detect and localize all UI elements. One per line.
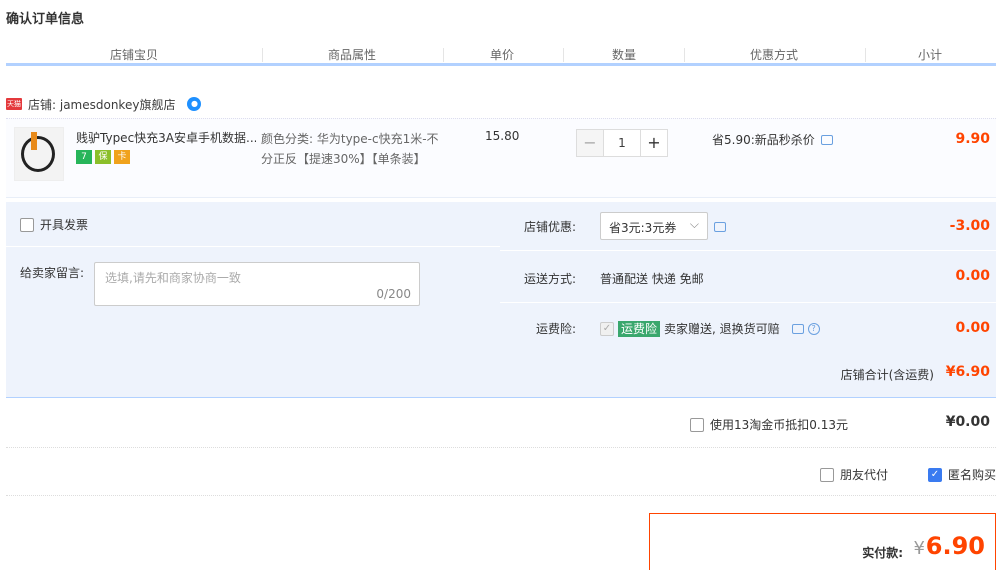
insurance-value: 0.00 (955, 320, 990, 336)
friend-pay-option[interactable]: 朋友代付 (820, 466, 888, 483)
shop-discount-value: -3.00 (949, 218, 990, 234)
chevron-down-icon: ⌵ (689, 217, 699, 231)
shop-discount-label: 店铺优惠: (523, 220, 576, 234)
message-char-count: 0/200 (376, 287, 411, 301)
coins-option[interactable]: 使用13淘金币抵扣0.13元 (690, 416, 848, 433)
shop-total-value: ¥6.90 (945, 364, 990, 380)
pay-currency: ¥ (913, 538, 925, 559)
payment-summary: 实付款: ¥ 6.90 (649, 513, 996, 570)
coins-label: 使用13淘金币抵扣0.13元 (710, 418, 848, 432)
insurance-badge: 运费险 (618, 320, 661, 337)
payment-options-row: 朋友代付 ✓ 匿名购买 (6, 450, 996, 496)
pay-label: 实付款: (862, 546, 903, 560)
col-divider (262, 48, 263, 62)
col-divider (865, 48, 866, 62)
insurance-option: ✓ 运费险 卖家赠送, 退换货可赔 ? (600, 320, 820, 337)
coins-checkbox[interactable] (690, 417, 704, 432)
friend-pay-checkbox[interactable] (820, 467, 834, 482)
product-badges: 7 保 卡 (76, 150, 130, 164)
col-header-promo: 优惠方式 (750, 48, 799, 62)
insurance-checkbox: ✓ (600, 321, 614, 336)
coupon-selected: 省3元:3元券 (609, 221, 677, 235)
insurance-text: 卖家赠送, 退换货可赔 (664, 322, 780, 336)
col-header-qty: 数量 (612, 48, 637, 62)
tmall-icon: 天猫 (6, 98, 22, 110)
col-divider (443, 48, 444, 62)
quantity-stepper: − 1 + (576, 129, 668, 157)
friend-pay-label: 朋友代付 (840, 468, 889, 482)
item-subtotal: 9.90 (955, 131, 990, 147)
plug-graphic (31, 132, 37, 150)
col-header-price: 单价 (490, 48, 515, 62)
seller-message-input[interactable]: 选填,请先和商家协商一致 0/200 (94, 262, 420, 306)
quantity-increment-button[interactable]: + (640, 129, 668, 157)
col-header-item: 店铺宝贝 (110, 48, 159, 62)
quantity-input[interactable]: 1 (604, 129, 640, 157)
order-item-row: 贱驴Typec快充3A安卓手机数据... 7 保 卡 颜色分类: 华为type-… (6, 118, 996, 198)
message-label: 给卖家留言: (20, 266, 85, 280)
taobao-coins-row: 使用13淘金币抵扣0.13元 ¥0.00 (6, 400, 996, 448)
divider (6, 246, 500, 247)
quantity-decrement-button[interactable]: − (576, 129, 604, 157)
col-divider (563, 48, 564, 62)
divider (500, 250, 996, 251)
divider (500, 302, 996, 303)
help-icon[interactable]: ? (807, 322, 820, 335)
comment-icon[interactable] (714, 222, 726, 232)
comment-icon[interactable] (820, 134, 833, 145)
order-extra-right: 店铺优惠: 省3元:3元券 ⌵ -3.00 运送方式: 普通配送 快递 免邮 0… (500, 202, 996, 346)
shipping-value: 0.00 (955, 268, 990, 284)
promo-info: 省5.90:新品秒杀价 (712, 131, 833, 148)
product-name-link[interactable]: 贱驴Typec快充3A安卓手机数据... (76, 129, 256, 147)
shipping-label: 运送方式: (523, 272, 576, 286)
wangwang-chat-icon[interactable]: ● (187, 97, 202, 111)
message-placeholder: 选填,请先和商家协商一致 (105, 271, 241, 285)
insurance-label: 运费险: (535, 322, 576, 336)
credit-card-icon: 卡 (114, 150, 130, 164)
shop-name[interactable]: 店铺: jamesdonkey旗舰店 (28, 96, 175, 113)
guarantee-icon: 保 (95, 150, 111, 164)
invoice-option[interactable]: 开具发票 (20, 216, 88, 233)
page-title: 确认订单信息 (6, 12, 85, 27)
comment-icon[interactable] (791, 323, 804, 334)
invoice-checkbox[interactable] (20, 217, 34, 232)
col-divider (684, 48, 685, 62)
order-extra-left: 开具发票 给卖家留言: 选填,请先和商家协商一致 0/200 (6, 202, 500, 346)
unit-price: 15.80 (485, 129, 520, 143)
shop-total-label: 店铺合计(含运费) (840, 368, 934, 382)
pay-total: 6.90 (925, 532, 985, 560)
shop-row: 天猫 店铺: jamesdonkey旗舰店 ● (6, 94, 202, 114)
shipping-method: 普通配送 快递 免邮 (600, 272, 704, 286)
anonymous-option[interactable]: ✓ 匿名购买 (928, 466, 996, 483)
anonymous-label: 匿名购买 (948, 468, 997, 482)
table-header: 店铺宝贝 商品属性 单价 数量 优惠方式 小计 (6, 42, 996, 66)
product-attributes: 颜色分类: 华为type-c快充1米-不分正反【提速30%】【单条装】 (261, 132, 439, 166)
promo-text: 省5.90:新品秒杀价 (712, 133, 815, 147)
seven-day-return-icon: 7 (76, 150, 92, 164)
invoice-label: 开具发票 (40, 218, 89, 232)
coins-value: ¥0.00 (945, 414, 990, 430)
col-header-subtotal: 小计 (918, 48, 943, 62)
coupon-select[interactable]: 省3元:3元券 ⌵ (600, 212, 708, 240)
shop-total-row: 店铺合计(含运费) ¥6.90 (6, 346, 996, 398)
product-thumbnail[interactable] (14, 127, 64, 181)
col-header-attr: 商品属性 (328, 48, 377, 62)
anonymous-checkbox[interactable]: ✓ (928, 467, 942, 482)
cable-graphic (21, 136, 55, 172)
